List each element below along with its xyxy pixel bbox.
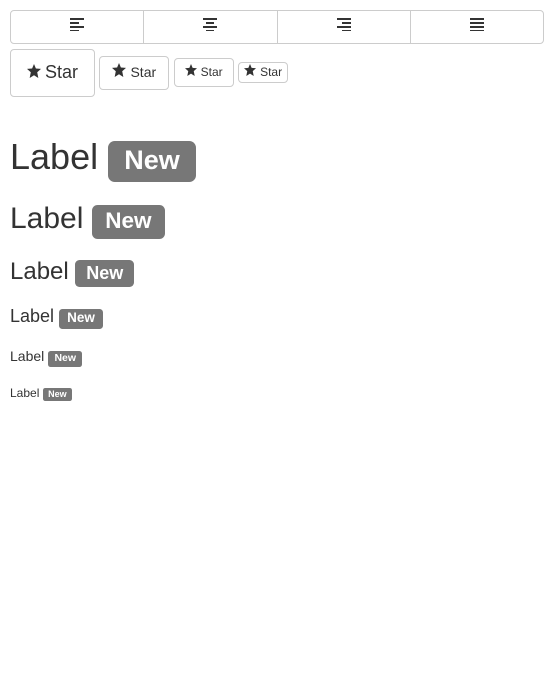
- star-button-xs[interactable]: Star: [238, 62, 288, 83]
- heading-text: Label: [10, 348, 44, 364]
- badge-new: New: [59, 309, 103, 329]
- star-icon: [112, 63, 126, 83]
- star-icon: [185, 64, 197, 81]
- heading-h2: Label New: [10, 202, 544, 239]
- star-button-sm[interactable]: Star: [174, 58, 234, 87]
- star-button-label: Star: [201, 64, 223, 81]
- star-button-md[interactable]: Star: [99, 56, 169, 90]
- star-group-lg: Star: [10, 49, 95, 97]
- align-right-button[interactable]: [277, 10, 411, 44]
- star-icon: [244, 64, 256, 81]
- star-button-lg[interactable]: Star: [10, 49, 95, 97]
- star-group-sm: Star: [174, 58, 234, 87]
- align-justify-icon: [470, 17, 484, 37]
- align-justify-button[interactable]: [410, 10, 544, 44]
- align-center-button[interactable]: [143, 10, 277, 44]
- star-toolbar: Star Star Star Star: [10, 49, 544, 97]
- heading-text: Label: [10, 136, 98, 177]
- badge-new: New: [108, 141, 196, 181]
- align-left-icon: [70, 17, 84, 37]
- heading-h3: Label New: [10, 259, 544, 287]
- star-button-label: Star: [260, 64, 282, 81]
- badge-new: New: [92, 205, 165, 239]
- star-group-xs: Star: [238, 62, 288, 83]
- star-button-label: Star: [130, 63, 156, 83]
- align-left-button[interactable]: [10, 10, 144, 44]
- badge-new: New: [43, 388, 72, 401]
- heading-text: Label: [10, 386, 39, 400]
- heading-h4: Label New: [10, 307, 544, 329]
- badge-new: New: [48, 351, 82, 367]
- star-icon: [27, 60, 41, 86]
- badge-new: New: [75, 260, 134, 287]
- star-group-md: Star: [99, 56, 169, 90]
- align-button-group: [10, 10, 544, 44]
- heading-text: Label: [10, 202, 83, 235]
- heading-h1: Label New: [10, 137, 544, 182]
- heading-h6: Label New: [10, 387, 544, 402]
- heading-h5: Label New: [10, 349, 544, 367]
- align-center-icon: [203, 17, 217, 37]
- star-button-label: Star: [45, 60, 78, 86]
- alignment-toolbar: [10, 10, 544, 44]
- label-section: Label New Label New Label New Label New …: [10, 137, 544, 402]
- heading-text: Label: [10, 306, 54, 326]
- align-right-icon: [337, 17, 351, 37]
- heading-text: Label: [10, 258, 69, 285]
